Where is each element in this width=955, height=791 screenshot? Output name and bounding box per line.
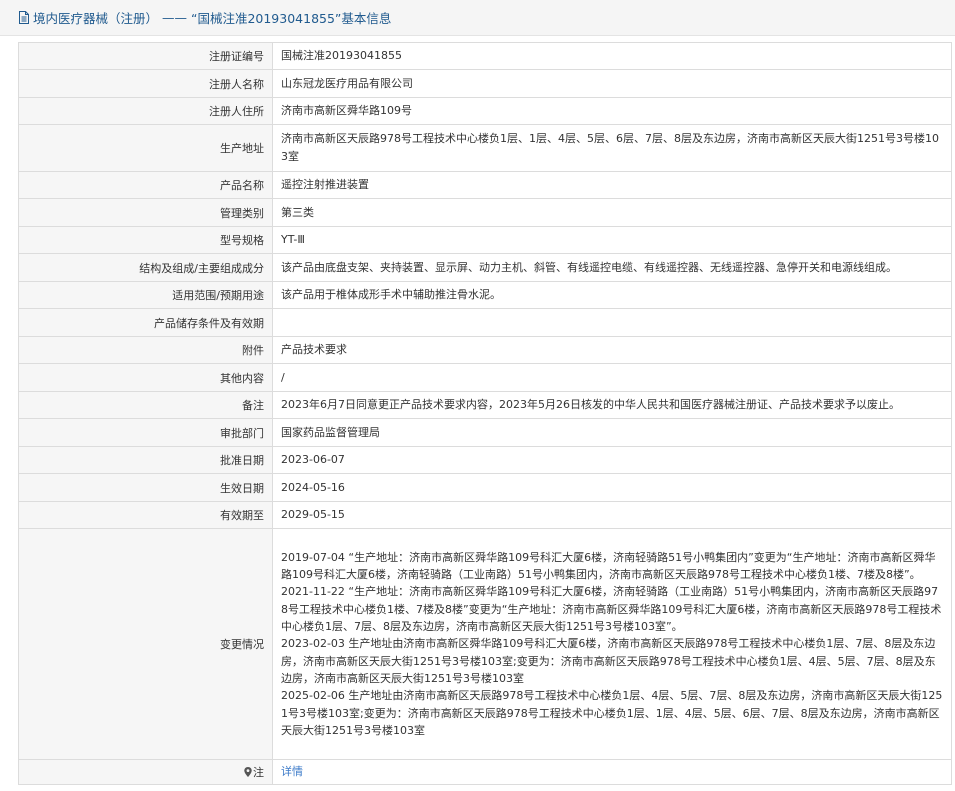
row-label: 变更情况: [18, 528, 273, 760]
row-value: 济南市高新区舜华路109号: [272, 97, 952, 125]
row-value: 详情: [272, 759, 952, 785]
row-label: 有效期至: [18, 501, 273, 529]
row-model-spec: 型号规格 YT-Ⅲ: [18, 226, 952, 254]
row-label: 产品名称: [18, 171, 273, 199]
row-label: 注册人住所: [18, 97, 273, 125]
row-label: 适用范围/预期用途: [18, 281, 273, 309]
row-label: 生产地址: [18, 124, 273, 172]
row-storage: 产品储存条件及有效期: [18, 308, 952, 337]
row-effective-date: 生效日期 2024-05-16: [18, 473, 952, 502]
row-production-address: 生产地址 济南市高新区天辰路978号工程技术中心楼负1层、1层、4层、5层、6层…: [18, 124, 952, 172]
row-attachment: 附件 产品技术要求: [18, 336, 952, 364]
change-history-list: 2019-07-04 “生产地址：济南市高新区舜华路109号科汇大厦6楼，济南轻…: [272, 528, 952, 760]
change-entry: 2023-02-03 生产地址由济南市高新区舜华路109号科汇大厦6楼，济南市高…: [281, 637, 936, 685]
row-value: 济南市高新区天辰路978号工程技术中心楼负1层、1层、4层、5层、6层、7层、8…: [272, 124, 952, 172]
change-entry: 2019-07-04 “生产地址：济南市高新区舜华路109号科汇大厦6楼，济南轻…: [281, 550, 936, 582]
row-label: 附件: [18, 336, 273, 364]
note-label: 注: [253, 766, 264, 779]
row-product-name: 产品名称 遥控注射推进装置: [18, 171, 952, 199]
document-icon: [19, 11, 29, 24]
row-label: 产品储存条件及有效期: [18, 308, 273, 337]
row-value: 2023-06-07: [272, 446, 952, 474]
row-value: /: [272, 363, 952, 392]
row-value: 国械注准20193041855: [272, 42, 952, 70]
row-value: 产品技术要求: [272, 336, 952, 364]
change-entry: 2021-11-22 “生产地址：济南市高新区舜华路109号科汇大厦6楼，济南轻…: [281, 585, 942, 634]
row-value: 2024-05-16: [272, 473, 952, 502]
row-value: 国家药品监督管理局: [272, 418, 952, 447]
row-label: 注册人名称: [18, 69, 273, 98]
page-header: 境内医疗器械（注册） —— “国械注准20193041855”基本信息: [0, 0, 955, 36]
row-label: 注册证编号: [18, 42, 273, 70]
info-table: 注册证编号 国械注准20193041855 注册人名称 山东冠龙医疗用品有限公司…: [18, 42, 952, 785]
row-value: 第三类: [272, 198, 952, 227]
row-change-history: 变更情况 2019-07-04 “生产地址：济南市高新区舜华路109号科汇大厦6…: [18, 528, 952, 760]
row-value: YT-Ⅲ: [272, 226, 952, 254]
row-label-note: 注: [18, 759, 273, 785]
row-value: 该产品由底盘支架、夹持装置、显示屏、动力主机、斜管、有线遥控电缆、有线遥控器、无…: [272, 253, 952, 282]
row-label: 批准日期: [18, 446, 273, 474]
row-value: 山东冠龙医疗用品有限公司: [272, 69, 952, 98]
row-value: [272, 308, 952, 337]
row-label: 其他内容: [18, 363, 273, 392]
header-section: 境内医疗器械（注册）: [33, 11, 159, 26]
row-value: 遥控注射推进装置: [272, 171, 952, 199]
map-pin-icon: [244, 767, 252, 777]
row-label: 管理类别: [18, 198, 273, 227]
row-intended-use: 适用范围/预期用途 该产品用于椎体成形手术中辅助推注骨水泥。: [18, 281, 952, 309]
row-approval-dept: 审批部门 国家药品监督管理局: [18, 418, 952, 447]
change-entry: 2025-02-06 生产地址由济南市高新区天辰路978号工程技术中心楼负1层、…: [281, 689, 943, 737]
row-label: 生效日期: [18, 473, 273, 502]
row-label: 审批部门: [18, 418, 273, 447]
row-label: 结构及组成/主要组成成分: [18, 253, 273, 282]
row-value: 2023年6月7日同意更正产品技术要求内容，2023年5月26日核发的中华人民共…: [272, 391, 952, 419]
row-approval-date: 批准日期 2023-06-07: [18, 446, 952, 474]
row-other-content: 其他内容 /: [18, 363, 952, 392]
row-value: 2029-05-15: [272, 501, 952, 529]
row-label: 备注: [18, 391, 273, 419]
row-label: 型号规格: [18, 226, 273, 254]
row-registration-number: 注册证编号 国械注准20193041855: [18, 42, 952, 70]
row-registrant-name: 注册人名称 山东冠龙医疗用品有限公司: [18, 69, 952, 98]
detail-link[interactable]: 详情: [281, 765, 303, 778]
header-record-title: “国械注准20193041855”基本信息: [190, 11, 392, 26]
header-separator: ——: [158, 10, 191, 25]
row-management-class: 管理类别 第三类: [18, 198, 952, 227]
row-structure: 结构及组成/主要组成成分 该产品由底盘支架、夹持装置、显示屏、动力主机、斜管、有…: [18, 253, 952, 282]
row-note: 注 详情: [18, 759, 952, 785]
row-registrant-address: 注册人住所 济南市高新区舜华路109号: [18, 97, 952, 125]
row-value: 该产品用于椎体成形手术中辅助推注骨水泥。: [272, 281, 952, 309]
row-valid-until: 有效期至 2029-05-15: [18, 501, 952, 529]
row-remarks: 备注 2023年6月7日同意更正产品技术要求内容，2023年5月26日核发的中华…: [18, 391, 952, 419]
